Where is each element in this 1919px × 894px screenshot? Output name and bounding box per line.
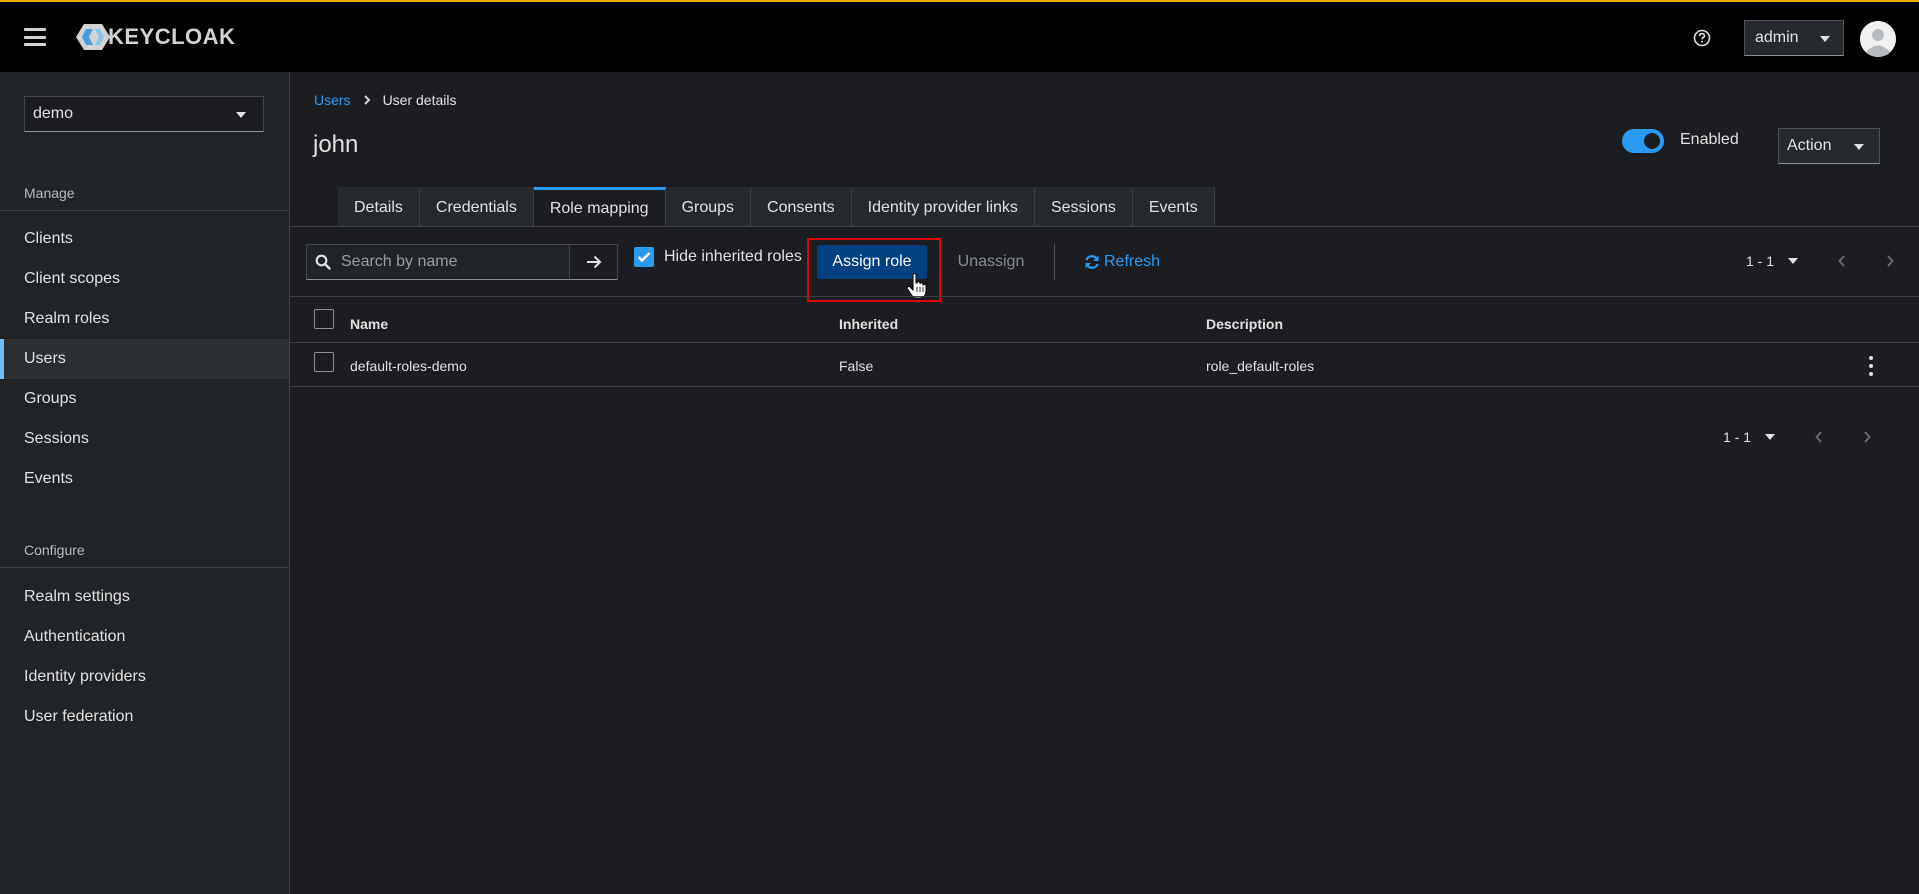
keycloak-logo[interactable]: KEYCLOAK (76, 22, 235, 52)
tab-events[interactable]: Events (1132, 187, 1215, 227)
chevron-left-icon (1815, 431, 1822, 443)
tab-role-mapping[interactable]: Role mapping (533, 187, 666, 227)
caret-down-icon (1854, 144, 1864, 150)
enabled-label: Enabled (1680, 131, 1739, 148)
tab-groups[interactable]: Groups (665, 187, 752, 227)
toolbar-separator (1054, 244, 1055, 280)
caret-down-icon (1788, 258, 1799, 264)
bottom-pagination: 1 - 1 (1723, 429, 1875, 445)
refresh-icon (1085, 255, 1099, 269)
top-pagination: 1 - 1 (1746, 253, 1898, 269)
search-group: Search by name (306, 244, 618, 280)
sidebar-item-realm-roles[interactable]: Realm roles (0, 299, 289, 339)
sidebar-item-identity-providers[interactable]: Identity providers (0, 657, 289, 697)
hamburger-menu-icon[interactable] (24, 28, 46, 46)
column-header-description[interactable]: Description (1206, 316, 1283, 332)
breadcrumb-current: User details (382, 92, 457, 108)
page-title: john (313, 131, 359, 158)
sidebar-item-users[interactable]: Users (0, 339, 289, 379)
user-avatar-icon (1860, 21, 1896, 57)
sidebar-item-authentication[interactable]: Authentication (0, 617, 289, 657)
caret-down-icon (236, 112, 246, 118)
pagination-next-button[interactable] (1859, 429, 1875, 445)
realm-name: demo (33, 105, 74, 122)
refresh-button[interactable]: Refresh (1084, 245, 1160, 279)
row-checkbox[interactable] (314, 352, 334, 372)
sidebar-item-client-scopes[interactable]: Client scopes (0, 259, 289, 299)
sidebar-item-clients[interactable]: Clients (0, 219, 289, 259)
checkbox-checked-icon (634, 247, 654, 267)
sidebar-item-user-federation[interactable]: User federation (0, 697, 289, 737)
pagination-count-dropdown[interactable]: 1 - 1 (1746, 253, 1799, 269)
sidebar-item-events[interactable]: Events (0, 459, 289, 499)
hide-inherited-roles-checkbox[interactable]: Hide inherited roles (634, 247, 802, 267)
table-cell-name: default-roles-demo (350, 358, 467, 374)
enabled-toggle[interactable] (1622, 129, 1664, 153)
pagination-count: 1 - 1 (1746, 253, 1775, 269)
chevron-right-icon (363, 95, 370, 105)
toolbar-divider (290, 296, 1919, 297)
keycloak-logo-icon (76, 24, 110, 50)
search-input[interactable]: Search by name (306, 244, 570, 280)
realm-selector[interactable]: demo (24, 96, 264, 132)
chevron-left-icon (1838, 255, 1845, 267)
user-tabs: Details Credentials Role mapping Groups … (338, 187, 1215, 227)
tabs-divider (290, 226, 1919, 227)
column-header-inherited[interactable]: Inherited (839, 316, 898, 332)
masthead: KEYCLOAK admin (0, 0, 1919, 72)
table-cell-inherited: False (839, 358, 874, 374)
tab-details[interactable]: Details (338, 187, 420, 227)
pagination-previous-button[interactable] (1811, 429, 1827, 445)
refresh-label: Refresh (1104, 253, 1161, 270)
caret-down-icon (1765, 434, 1776, 440)
column-header-name[interactable]: Name (350, 316, 388, 332)
avatar[interactable] (1860, 21, 1896, 57)
nav-divider (0, 210, 290, 211)
search-icon (315, 254, 331, 270)
user-menu-label: admin (1755, 29, 1799, 46)
arrow-right-icon (586, 255, 601, 269)
caret-down-icon (1820, 36, 1830, 42)
action-dropdown[interactable]: Action (1778, 128, 1880, 164)
hide-inherited-roles-label: Hide inherited roles (664, 248, 802, 265)
brand-name: KEYCLOAK (108, 24, 236, 49)
search-placeholder: Search by name (341, 253, 458, 270)
search-submit-button[interactable] (570, 244, 618, 280)
select-all-checkbox[interactable] (314, 309, 334, 329)
tab-consents[interactable]: Consents (751, 187, 852, 227)
table-row-divider (290, 386, 1919, 387)
tab-credentials[interactable]: Credentials (419, 187, 534, 227)
pagination-next-button[interactable] (1882, 253, 1898, 269)
nav-section-manage: Manage (24, 185, 75, 201)
pagination-count: 1 - 1 (1723, 429, 1752, 445)
table-cell-description: role_default-roles (1206, 358, 1315, 374)
tab-identity-provider-links[interactable]: Identity provider links (851, 187, 1035, 227)
nav-divider (0, 567, 290, 568)
chevron-right-icon (1864, 431, 1871, 443)
chevron-right-icon (1887, 255, 1894, 267)
sidebar-item-sessions[interactable]: Sessions (0, 419, 289, 459)
user-menu-dropdown[interactable]: admin (1744, 20, 1844, 56)
table-header-divider (290, 342, 1919, 343)
tab-sessions[interactable]: Sessions (1034, 187, 1133, 227)
breadcrumb-users-link[interactable]: Users (314, 92, 351, 108)
pagination-previous-button[interactable] (1834, 253, 1850, 269)
help-icon[interactable] (1692, 28, 1712, 48)
row-actions-kebab-icon[interactable] (1866, 356, 1876, 376)
pagination-count-dropdown[interactable]: 1 - 1 (1723, 429, 1776, 445)
sidebar-item-groups[interactable]: Groups (0, 379, 289, 419)
sidebar-item-realm-settings[interactable]: Realm settings (0, 577, 289, 617)
action-label: Action (1787, 137, 1832, 154)
nav-section-configure: Configure (24, 542, 85, 558)
breadcrumb: Users User details (314, 92, 456, 108)
sidebar: demo Manage Clients Client scopes Realm … (0, 72, 290, 894)
unassign-button[interactable]: Unassign (947, 245, 1035, 279)
